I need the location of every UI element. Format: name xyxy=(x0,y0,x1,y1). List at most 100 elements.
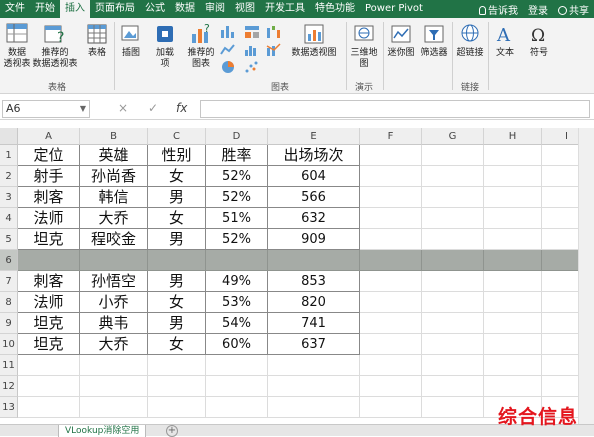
cell-g3[interactable] xyxy=(422,187,484,208)
cell-h8[interactable] xyxy=(484,292,542,313)
cell-c12[interactable] xyxy=(148,376,206,397)
pivot-table-button[interactable]: 数据 透视表 xyxy=(2,22,32,70)
cell-d6[interactable] xyxy=(206,250,268,271)
cell-g11[interactable] xyxy=(422,355,484,376)
column-chart-icon[interactable] xyxy=(220,24,236,38)
tab-5[interactable]: 数据 xyxy=(170,0,200,18)
cell-h6[interactable] xyxy=(484,250,542,271)
cell-e12[interactable] xyxy=(268,376,360,397)
column-header-d[interactable]: D xyxy=(206,128,268,145)
cell-e10[interactable]: 637 xyxy=(268,334,360,355)
symbols-button[interactable]: Ω 符号 xyxy=(524,22,554,59)
tab-1[interactable]: 开始 xyxy=(30,0,60,18)
stat-chart-icon[interactable] xyxy=(244,42,260,56)
cell-h3[interactable] xyxy=(484,187,542,208)
cell-f11[interactable] xyxy=(360,355,422,376)
cell-e9[interactable]: 741 xyxy=(268,313,360,334)
line-chart-icon[interactable] xyxy=(220,42,236,56)
cell-f9[interactable] xyxy=(360,313,422,334)
cell-g2[interactable] xyxy=(422,166,484,187)
cell-b12[interactable] xyxy=(80,376,148,397)
insert-function-button[interactable]: fx xyxy=(176,101,187,115)
cell-f5[interactable] xyxy=(360,229,422,250)
cell-b13[interactable] xyxy=(80,397,148,418)
cell-a1[interactable]: 定位 xyxy=(18,145,80,166)
cell-b1[interactable]: 英雄 xyxy=(80,145,148,166)
row-header-6[interactable]: 6 xyxy=(0,250,18,271)
cell-d7[interactable]: 49% xyxy=(206,271,268,292)
cell-e6[interactable] xyxy=(268,250,360,271)
column-header-f[interactable]: F xyxy=(360,128,422,145)
tab-0[interactable]: 文件 xyxy=(0,0,30,18)
cell-g8[interactable] xyxy=(422,292,484,313)
recommended-pivot-button[interactable]: ? 推荐的 数据透视表 xyxy=(30,22,80,70)
column-header-a[interactable]: A xyxy=(18,128,80,145)
cell-h4[interactable] xyxy=(484,208,542,229)
cell-c8[interactable]: 女 xyxy=(148,292,206,313)
enter-icon[interactable]: ✓ xyxy=(148,101,158,115)
chevron-down-icon[interactable]: ▼ xyxy=(80,101,86,117)
column-header-c[interactable]: C xyxy=(148,128,206,145)
cell-f13[interactable] xyxy=(360,397,422,418)
cell-d9[interactable]: 54% xyxy=(206,313,268,334)
cell-e4[interactable]: 632 xyxy=(268,208,360,229)
cell-d11[interactable] xyxy=(206,355,268,376)
cell-b2[interactable]: 孙尚香 xyxy=(80,166,148,187)
tell-me-box[interactable]: 告诉我 xyxy=(474,2,523,17)
cell-a2[interactable]: 射手 xyxy=(18,166,80,187)
slicer-button[interactable]: 筛选器 xyxy=(418,22,450,59)
cell-g5[interactable] xyxy=(422,229,484,250)
cell-b5[interactable]: 程咬金 xyxy=(80,229,148,250)
cell-d10[interactable]: 60% xyxy=(206,334,268,355)
name-box[interactable]: A6 ▼ xyxy=(2,100,90,118)
cell-a10[interactable]: 坦克 xyxy=(18,334,80,355)
3d-map-button[interactable]: 三维地 图 xyxy=(348,22,380,70)
cell-f12[interactable] xyxy=(360,376,422,397)
cell-h9[interactable] xyxy=(484,313,542,334)
row-header-3[interactable]: 3 xyxy=(0,187,18,208)
cell-a9[interactable]: 坦克 xyxy=(18,313,80,334)
row-header-12[interactable]: 12 xyxy=(0,376,18,397)
cell-d1[interactable]: 胜率 xyxy=(206,145,268,166)
cell-c11[interactable] xyxy=(148,355,206,376)
pivot-chart-button[interactable]: 数据透视图 xyxy=(290,22,338,59)
cell-d8[interactable]: 53% xyxy=(206,292,268,313)
row-header-1[interactable]: 1 xyxy=(0,145,18,166)
column-header-g[interactable]: G xyxy=(422,128,484,145)
column-header-e[interactable]: E xyxy=(268,128,360,145)
cell-a3[interactable]: 刺客 xyxy=(18,187,80,208)
cell-d13[interactable] xyxy=(206,397,268,418)
cell-f6[interactable] xyxy=(360,250,422,271)
tab-7[interactable]: 视图 xyxy=(230,0,260,18)
row-header-10[interactable]: 10 xyxy=(0,334,18,355)
cell-f8[interactable] xyxy=(360,292,422,313)
hierarchy-chart-icon[interactable] xyxy=(244,24,260,38)
cell-d3[interactable]: 52% xyxy=(206,187,268,208)
cell-c2[interactable]: 女 xyxy=(148,166,206,187)
cell-b4[interactable]: 大乔 xyxy=(80,208,148,229)
illustrations-button[interactable]: 插图 xyxy=(117,22,145,59)
cell-f7[interactable] xyxy=(360,271,422,292)
cell-e5[interactable]: 909 xyxy=(268,229,360,250)
cell-e8[interactable]: 820 xyxy=(268,292,360,313)
row-header-5[interactable]: 5 xyxy=(0,229,18,250)
cell-a4[interactable]: 法师 xyxy=(18,208,80,229)
cell-c13[interactable] xyxy=(148,397,206,418)
cell-a12[interactable] xyxy=(18,376,80,397)
cell-d2[interactable]: 52% xyxy=(206,166,268,187)
tab-4[interactable]: 公式 xyxy=(140,0,170,18)
cell-e3[interactable]: 566 xyxy=(268,187,360,208)
row-header-8[interactable]: 8 xyxy=(0,292,18,313)
column-header-h[interactable]: H xyxy=(484,128,542,145)
cell-e1[interactable]: 出场场次 xyxy=(268,145,360,166)
cell-e11[interactable] xyxy=(268,355,360,376)
cell-b7[interactable]: 孙悟空 xyxy=(80,271,148,292)
cell-e2[interactable]: 604 xyxy=(268,166,360,187)
tab-10[interactable]: Power Pivot xyxy=(360,0,428,18)
cell-b8[interactable]: 小乔 xyxy=(80,292,148,313)
sheet-tab[interactable]: VLookup消除空用 xyxy=(58,425,147,437)
cell-b11[interactable] xyxy=(80,355,148,376)
cell-f10[interactable] xyxy=(360,334,422,355)
cell-g7[interactable] xyxy=(422,271,484,292)
cell-a5[interactable]: 坦克 xyxy=(18,229,80,250)
